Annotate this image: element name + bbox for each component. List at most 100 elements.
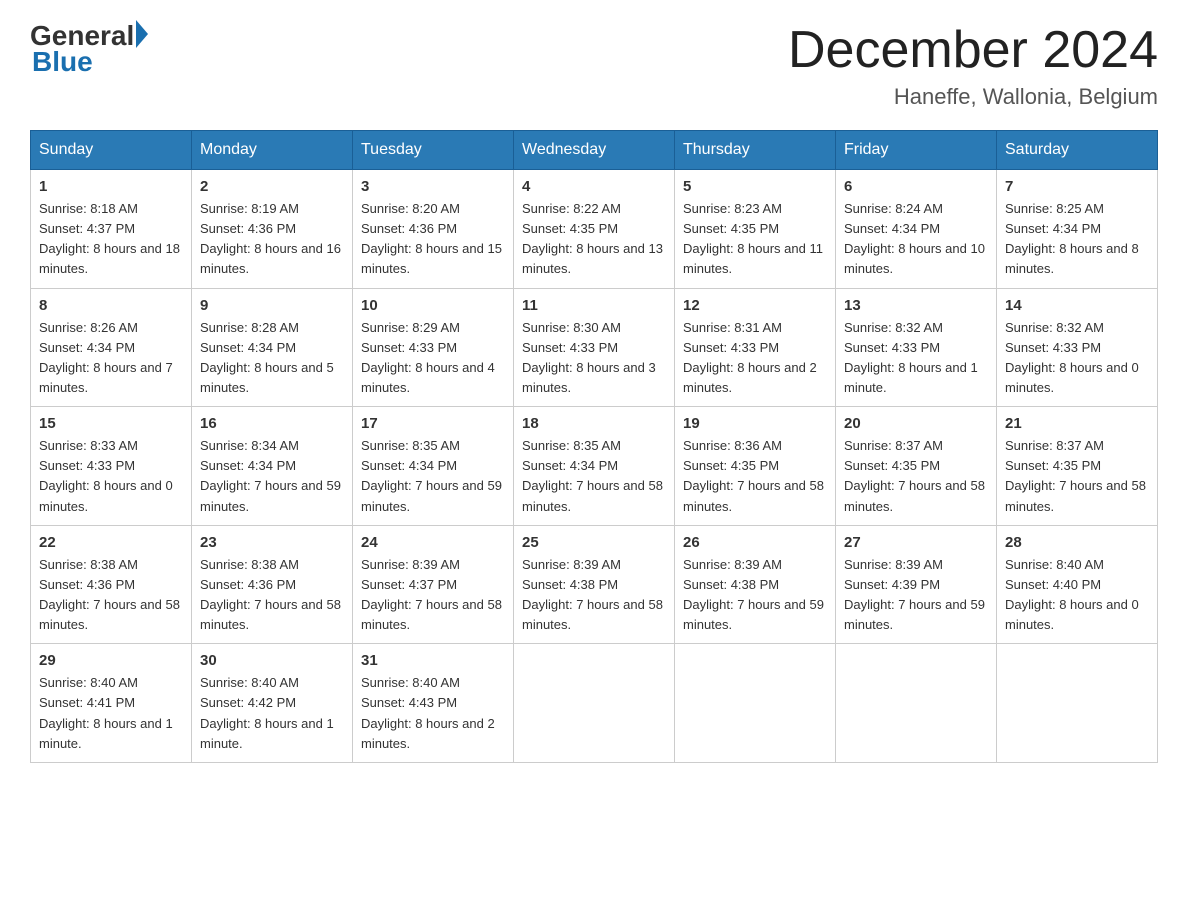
day-info: Sunrise: 8:34 AM Sunset: 4:34 PM Dayligh… — [200, 436, 344, 517]
day-info: Sunrise: 8:37 AM Sunset: 4:35 PM Dayligh… — [844, 436, 988, 517]
table-row: 30 Sunrise: 8:40 AM Sunset: 4:42 PM Dayl… — [192, 644, 353, 763]
table-row: 2 Sunrise: 8:19 AM Sunset: 4:36 PM Dayli… — [192, 170, 353, 289]
table-row: 14 Sunrise: 8:32 AM Sunset: 4:33 PM Dayl… — [997, 288, 1158, 407]
table-row: 6 Sunrise: 8:24 AM Sunset: 4:34 PM Dayli… — [836, 170, 997, 289]
day-info: Sunrise: 8:40 AM Sunset: 4:42 PM Dayligh… — [200, 673, 344, 754]
table-row: 23 Sunrise: 8:38 AM Sunset: 4:36 PM Dayl… — [192, 525, 353, 644]
day-info: Sunrise: 8:38 AM Sunset: 4:36 PM Dayligh… — [200, 555, 344, 636]
day-info: Sunrise: 8:23 AM Sunset: 4:35 PM Dayligh… — [683, 199, 827, 280]
day-info: Sunrise: 8:18 AM Sunset: 4:37 PM Dayligh… — [39, 199, 183, 280]
month-title: December 2024 — [788, 20, 1158, 80]
calendar-header-row: Sunday Monday Tuesday Wednesday Thursday… — [31, 131, 1158, 170]
day-number: 23 — [200, 534, 344, 551]
table-row: 15 Sunrise: 8:33 AM Sunset: 4:33 PM Dayl… — [31, 407, 192, 526]
col-friday: Friday — [836, 131, 997, 170]
col-sunday: Sunday — [31, 131, 192, 170]
table-row — [997, 644, 1158, 763]
location-title: Haneffe, Wallonia, Belgium — [788, 84, 1158, 110]
day-number: 12 — [683, 297, 827, 314]
day-info: Sunrise: 8:39 AM Sunset: 4:38 PM Dayligh… — [522, 555, 666, 636]
day-info: Sunrise: 8:35 AM Sunset: 4:34 PM Dayligh… — [361, 436, 505, 517]
day-number: 7 — [1005, 178, 1149, 195]
table-row: 5 Sunrise: 8:23 AM Sunset: 4:35 PM Dayli… — [675, 170, 836, 289]
table-row: 29 Sunrise: 8:40 AM Sunset: 4:41 PM Dayl… — [31, 644, 192, 763]
day-info: Sunrise: 8:40 AM Sunset: 4:43 PM Dayligh… — [361, 673, 505, 754]
day-info: Sunrise: 8:37 AM Sunset: 4:35 PM Dayligh… — [1005, 436, 1149, 517]
day-number: 31 — [361, 652, 505, 669]
table-row — [514, 644, 675, 763]
day-number: 14 — [1005, 297, 1149, 314]
logo-blue-text: Blue — [32, 46, 93, 78]
table-row: 13 Sunrise: 8:32 AM Sunset: 4:33 PM Dayl… — [836, 288, 997, 407]
table-row: 3 Sunrise: 8:20 AM Sunset: 4:36 PM Dayli… — [353, 170, 514, 289]
day-number: 18 — [522, 415, 666, 432]
day-info: Sunrise: 8:40 AM Sunset: 4:40 PM Dayligh… — [1005, 555, 1149, 636]
title-section: December 2024 Haneffe, Wallonia, Belgium — [788, 20, 1158, 110]
day-number: 26 — [683, 534, 827, 551]
table-row — [675, 644, 836, 763]
day-info: Sunrise: 8:40 AM Sunset: 4:41 PM Dayligh… — [39, 673, 183, 754]
day-number: 30 — [200, 652, 344, 669]
day-number: 10 — [361, 297, 505, 314]
table-row: 27 Sunrise: 8:39 AM Sunset: 4:39 PM Dayl… — [836, 525, 997, 644]
table-row: 25 Sunrise: 8:39 AM Sunset: 4:38 PM Dayl… — [514, 525, 675, 644]
logo: General Blue — [30, 20, 148, 78]
table-row: 26 Sunrise: 8:39 AM Sunset: 4:38 PM Dayl… — [675, 525, 836, 644]
day-info: Sunrise: 8:39 AM Sunset: 4:37 PM Dayligh… — [361, 555, 505, 636]
table-row: 10 Sunrise: 8:29 AM Sunset: 4:33 PM Dayl… — [353, 288, 514, 407]
table-row: 11 Sunrise: 8:30 AM Sunset: 4:33 PM Dayl… — [514, 288, 675, 407]
day-number: 17 — [361, 415, 505, 432]
table-row: 31 Sunrise: 8:40 AM Sunset: 4:43 PM Dayl… — [353, 644, 514, 763]
col-thursday: Thursday — [675, 131, 836, 170]
calendar-table: Sunday Monday Tuesday Wednesday Thursday… — [30, 130, 1158, 763]
day-number: 21 — [1005, 415, 1149, 432]
col-wednesday: Wednesday — [514, 131, 675, 170]
day-number: 11 — [522, 297, 666, 314]
day-info: Sunrise: 8:19 AM Sunset: 4:36 PM Dayligh… — [200, 199, 344, 280]
day-info: Sunrise: 8:31 AM Sunset: 4:33 PM Dayligh… — [683, 318, 827, 399]
day-number: 8 — [39, 297, 183, 314]
day-info: Sunrise: 8:25 AM Sunset: 4:34 PM Dayligh… — [1005, 199, 1149, 280]
table-row: 16 Sunrise: 8:34 AM Sunset: 4:34 PM Dayl… — [192, 407, 353, 526]
day-info: Sunrise: 8:32 AM Sunset: 4:33 PM Dayligh… — [1005, 318, 1149, 399]
day-number: 29 — [39, 652, 183, 669]
day-info: Sunrise: 8:24 AM Sunset: 4:34 PM Dayligh… — [844, 199, 988, 280]
day-info: Sunrise: 8:30 AM Sunset: 4:33 PM Dayligh… — [522, 318, 666, 399]
table-row: 19 Sunrise: 8:36 AM Sunset: 4:35 PM Dayl… — [675, 407, 836, 526]
day-number: 5 — [683, 178, 827, 195]
table-row: 17 Sunrise: 8:35 AM Sunset: 4:34 PM Dayl… — [353, 407, 514, 526]
logo-arrow-icon — [136, 20, 148, 48]
day-number: 19 — [683, 415, 827, 432]
day-info: Sunrise: 8:39 AM Sunset: 4:38 PM Dayligh… — [683, 555, 827, 636]
table-row: 21 Sunrise: 8:37 AM Sunset: 4:35 PM Dayl… — [997, 407, 1158, 526]
day-number: 4 — [522, 178, 666, 195]
calendar-week-row: 22 Sunrise: 8:38 AM Sunset: 4:36 PM Dayl… — [31, 525, 1158, 644]
day-number: 16 — [200, 415, 344, 432]
table-row: 8 Sunrise: 8:26 AM Sunset: 4:34 PM Dayli… — [31, 288, 192, 407]
table-row: 22 Sunrise: 8:38 AM Sunset: 4:36 PM Dayl… — [31, 525, 192, 644]
page-header: General Blue December 2024 Haneffe, Wall… — [30, 20, 1158, 110]
table-row: 4 Sunrise: 8:22 AM Sunset: 4:35 PM Dayli… — [514, 170, 675, 289]
day-number: 20 — [844, 415, 988, 432]
day-number: 9 — [200, 297, 344, 314]
day-number: 15 — [39, 415, 183, 432]
day-number: 3 — [361, 178, 505, 195]
day-info: Sunrise: 8:38 AM Sunset: 4:36 PM Dayligh… — [39, 555, 183, 636]
col-tuesday: Tuesday — [353, 131, 514, 170]
day-number: 28 — [1005, 534, 1149, 551]
col-saturday: Saturday — [997, 131, 1158, 170]
calendar-week-row: 1 Sunrise: 8:18 AM Sunset: 4:37 PM Dayli… — [31, 170, 1158, 289]
day-info: Sunrise: 8:39 AM Sunset: 4:39 PM Dayligh… — [844, 555, 988, 636]
day-number: 6 — [844, 178, 988, 195]
table-row: 18 Sunrise: 8:35 AM Sunset: 4:34 PM Dayl… — [514, 407, 675, 526]
day-info: Sunrise: 8:22 AM Sunset: 4:35 PM Dayligh… — [522, 199, 666, 280]
day-info: Sunrise: 8:36 AM Sunset: 4:35 PM Dayligh… — [683, 436, 827, 517]
day-number: 13 — [844, 297, 988, 314]
day-info: Sunrise: 8:20 AM Sunset: 4:36 PM Dayligh… — [361, 199, 505, 280]
day-info: Sunrise: 8:29 AM Sunset: 4:33 PM Dayligh… — [361, 318, 505, 399]
calendar-week-row: 8 Sunrise: 8:26 AM Sunset: 4:34 PM Dayli… — [31, 288, 1158, 407]
table-row: 28 Sunrise: 8:40 AM Sunset: 4:40 PM Dayl… — [997, 525, 1158, 644]
table-row: 9 Sunrise: 8:28 AM Sunset: 4:34 PM Dayli… — [192, 288, 353, 407]
table-row: 20 Sunrise: 8:37 AM Sunset: 4:35 PM Dayl… — [836, 407, 997, 526]
table-row: 12 Sunrise: 8:31 AM Sunset: 4:33 PM Dayl… — [675, 288, 836, 407]
